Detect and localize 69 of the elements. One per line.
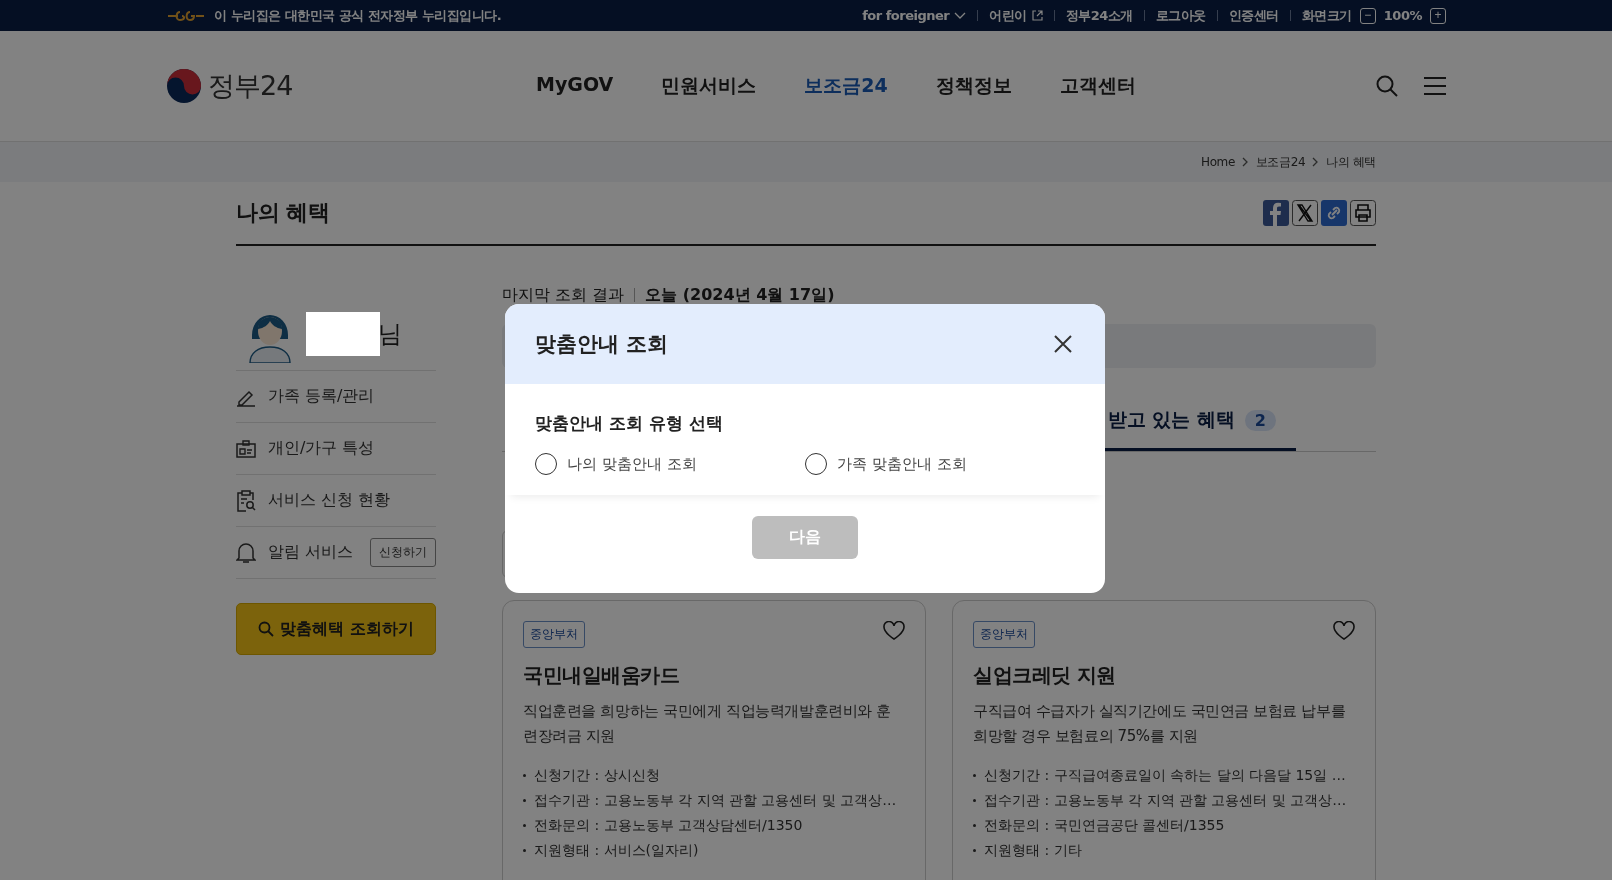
top-link[interactable]: 어린이 — [989, 6, 1043, 25]
nav-item[interactable]: 보조금24 — [804, 73, 888, 99]
clipboard-search-icon — [236, 489, 256, 512]
heart-icon[interactable] — [883, 621, 905, 641]
search-icon — [258, 621, 275, 637]
zoom-value: 100% — [1383, 8, 1422, 23]
id-card-icon — [236, 438, 256, 459]
card-detail: 신청기간 : 구직급여종료일이 속하는 달의 다음달 15일 … — [984, 766, 1346, 785]
official-site-notice: 이 누리집은 대한민국 공식 전자정부 누리집입니다. — [214, 6, 502, 25]
radio-label[interactable]: 가족 맞춤안내 조회 — [837, 454, 967, 474]
heart-icon[interactable] — [1333, 621, 1355, 641]
radio-label[interactable]: 나의 맞춤안내 조회 — [567, 454, 697, 474]
count-badge: 2 — [1244, 409, 1276, 431]
nav-item[interactable]: 고객센터 — [1059, 73, 1136, 99]
breadcrumb-link[interactable]: 보조금24 — [1255, 153, 1306, 171]
user-name-suffix: 님 — [378, 319, 402, 350]
benefit-search-button[interactable]: 맞춤혜택 조회하기 — [236, 603, 436, 655]
print-icon[interactable] — [1350, 200, 1376, 226]
zoom-out-button[interactable]: − — [1359, 7, 1376, 24]
card-detail: 전화문의 : 국민연금공단 콜센터/1355 — [984, 816, 1225, 835]
card-detail: 접수기관 : 고용노동부 각 지역 관할 고용센터 및 고객상… — [534, 791, 897, 810]
category-tag: 중앙부처 — [973, 621, 1035, 648]
category-tag: 중앙부처 — [523, 621, 585, 648]
dialog-title: 맞춤안내 조회 — [535, 331, 669, 358]
nav-item[interactable]: MyGOV — [536, 73, 614, 99]
close-icon[interactable] — [1053, 334, 1073, 354]
card-detail: 전화문의 : 고용노동부 고객상담센터/1350 — [534, 816, 803, 835]
chevron-right-icon — [1312, 157, 1320, 167]
breadcrumb-link[interactable]: 나의 혜택 — [1326, 153, 1376, 171]
top-link[interactable]: for foreigner — [862, 8, 967, 23]
card-title: 국민내일배움카드 — [523, 662, 680, 689]
card-description: 구직급여 수급자가 실직기간에도 국민연금 보험료 납부를 희망할 경우 보험료의 75%를 지원 — [973, 701, 1347, 747]
sidebar-item[interactable]: 알림 서비스 — [268, 542, 354, 563]
sidebar-item[interactable]: 가족 등록/관리 — [268, 386, 375, 407]
search-icon[interactable] — [1376, 75, 1398, 97]
sidebar-item[interactable]: 서비스 신청 현황 — [268, 490, 391, 511]
bell-icon — [236, 541, 256, 564]
card-description: 직업훈련을 희망하는 국민에게 직업능력개발훈련비와 훈련장려금 지원 — [523, 701, 892, 747]
zoom-in-button[interactable]: + — [1430, 7, 1446, 24]
section-title: 맞춤안내 조회 유형 선택 — [535, 412, 724, 435]
chevron-down-icon — [954, 11, 967, 20]
government-mark-icon — [166, 8, 206, 23]
last-result-date: 오늘 (2024년 4월 17일) — [645, 284, 835, 306]
sidebar-item[interactable]: 개인/가구 특성 — [268, 438, 375, 459]
link-icon[interactable] — [1321, 200, 1347, 226]
top-link[interactable]: 정부24소개 — [1065, 6, 1133, 25]
x-logo-icon[interactable] — [1292, 200, 1318, 226]
nav-item[interactable]: 민원서비스 — [661, 73, 757, 99]
taegeuk-logo-icon — [166, 68, 202, 104]
external-link-icon — [1031, 10, 1043, 21]
card-detail: 신청기간 : 상시신청 — [534, 766, 660, 785]
site-logo-text[interactable]: 정부24 — [208, 68, 293, 104]
card-detail: 접수기관 : 고용노동부 각 지역 관할 고용센터 및 고객상… — [984, 791, 1347, 810]
page-title: 나의 혜택 — [236, 199, 330, 227]
card-detail: 지원형태 : 서비스(일자리) — [534, 841, 699, 860]
top-link[interactable]: 로그아웃 — [1155, 6, 1206, 25]
card-detail: 지원형태 : 기타 — [984, 841, 1082, 860]
last-result-label: 마지막 조회 결과 — [502, 284, 625, 306]
breadcrumb-link[interactable]: Home — [1201, 155, 1235, 169]
top-link[interactable]: 인증센터 — [1228, 6, 1279, 25]
benefit-card[interactable]: 중앙부처 실업크레딧 지원 구직급여 수급자가 실직기간에도 국민연금 보험료 납부를 희망할 경우 보험료의 75%를 지원 신청기간 : 구직급여종료일이 속하는 달의 다음달 15일 … 접수기관 : 고용노동부 각 지역 관할 고용센터 및 고객상… 전화문의 : 국민연금공단 콜센터/1355 지원형태 : 기타 — [952, 600, 1376, 880]
apply-button[interactable]: 신청하기 — [370, 538, 436, 567]
card-title: 실업크레딧 지원 — [973, 662, 1117, 689]
menu-icon[interactable] — [1424, 76, 1446, 96]
zoom-label: 화면크기 — [1301, 6, 1352, 25]
benefit-card[interactable]: 중앙부처 국민내일배움카드 직업훈련을 희망하는 국민에게 직업능력개발훈련비와 훈련장려금 지원 신청기간 : 상시신청 접수기관 : 고용노동부 각 지역 관할 고용센터 및 고객상… 전화문의 : 고용노동부 고객상담센터/1350 지원형태 : 서비스(일자리) — [502, 600, 926, 880]
chevron-right-icon — [1241, 157, 1249, 167]
nav-item[interactable]: 정책정보 — [935, 73, 1012, 99]
facebook-icon[interactable] — [1263, 200, 1289, 226]
